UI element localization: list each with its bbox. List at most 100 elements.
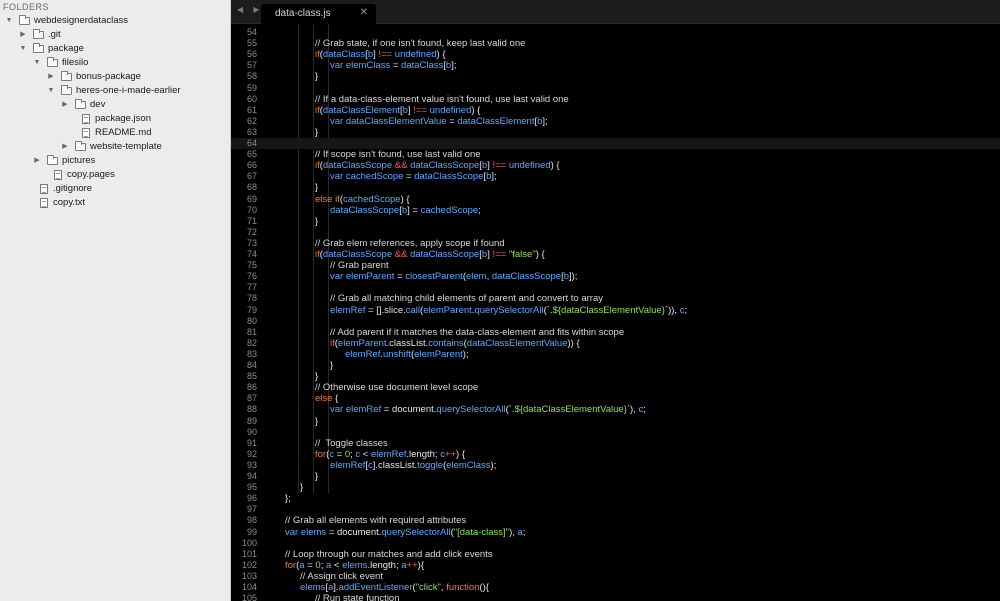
code-line[interactable]: 67 var cachedScope = dataClassScope[b]; [231, 171, 1000, 182]
folder-item[interactable]: ▼ package [0, 42, 230, 56]
folder-item[interactable]: ▶ bonus-package [0, 70, 230, 84]
code-text: elemRef[c].classList.toggle(elemClass); [330, 460, 496, 471]
nav-arrows-icon[interactable]: ◀ ▶ [237, 5, 264, 14]
folder-item[interactable]: ▼ heres-one-i-made-earlier [0, 84, 230, 98]
code-text: var elems = document.querySelectorAll("[… [285, 527, 525, 538]
line-number: 71 [246, 215, 257, 226]
code-line[interactable]: 60 // If a data-class-element value isn't… [231, 94, 1000, 105]
code-line[interactable]: 76 var elemParent = closestParent(elem, d… [231, 271, 1000, 282]
line-number: 81 [246, 326, 257, 337]
code-line[interactable]: 94} [231, 471, 1000, 482]
code-token: elems [300, 526, 327, 538]
code-line[interactable]: 90 [231, 427, 1000, 438]
folder-icon [75, 99, 86, 109]
code-token: querySelectorAll [474, 304, 544, 316]
disclosure-open-icon[interactable]: ▼ [5, 14, 13, 28]
disclosure-open-icon[interactable]: ▼ [33, 56, 41, 70]
disclosure-open-icon[interactable]: ▼ [19, 42, 27, 56]
code-line[interactable]: 86 // Otherwise use document level scope [231, 382, 1000, 393]
file-item[interactable]: copy.pages [0, 168, 230, 182]
code-line[interactable]: 104 elems[a].addEventListener("click", fu… [231, 582, 1000, 593]
disclosure-closed-icon[interactable]: ▶ [61, 140, 69, 154]
folder-item[interactable]: ▶ pictures [0, 154, 230, 168]
code-line[interactable]: 57 var elemClass = dataClass[b]; [231, 60, 1000, 71]
code-line[interactable]: 78 // Grab all matching child elements of… [231, 293, 1000, 304]
code-line[interactable]: 105 // Run state function [231, 593, 1000, 601]
file-item[interactable]: README.md [0, 126, 230, 140]
code-line[interactable]: 81 // Add parent if it matches the data-c… [231, 327, 1000, 338]
disclosure-closed-icon[interactable]: ▶ [19, 28, 27, 42]
code-line[interactable]: 83 elemRef.unshift(elemParent); [231, 349, 1000, 360]
folder-item[interactable]: ▼ webdesignerdataclass [0, 14, 230, 28]
code-line[interactable]: 64 [231, 138, 1000, 149]
code-line[interactable]: 79 elemRef = [].slice.call(elemParent.que… [231, 305, 1000, 316]
code-line[interactable]: 85} [231, 371, 1000, 382]
code-line[interactable]: 59 [231, 83, 1000, 94]
code-token: (){ [479, 582, 489, 593]
disclosure-open-icon[interactable]: ▼ [47, 84, 55, 98]
code-line[interactable]: 72 [231, 227, 1000, 238]
folder-item[interactable]: ▶ website-template [0, 140, 230, 154]
file-item[interactable]: package.json [0, 112, 230, 126]
code-line[interactable]: 89} [231, 416, 1000, 427]
folder-item[interactable]: ▼ filesilo [0, 56, 230, 70]
code-line[interactable]: 62 var dataClassElementValue = dataClassE… [231, 116, 1000, 127]
code-line[interactable]: 69 else if(cachedScope) { [231, 194, 1000, 205]
file-item[interactable]: .gitignore [0, 182, 230, 196]
line-number: 65 [246, 149, 257, 160]
line-number: 101 [241, 548, 257, 559]
disclosure-closed-icon[interactable]: ▶ [33, 154, 41, 168]
code-token: dataClassElement [457, 115, 535, 127]
line-number: 58 [246, 71, 257, 82]
code-line[interactable]: 61 if(dataClassElement[b] !== undefined) … [231, 105, 1000, 116]
code-line[interactable]: 68} [231, 182, 1000, 193]
line-number: 85 [246, 371, 257, 382]
code-line[interactable]: 56 if(dataClass[b] !== undefined) { [231, 49, 1000, 60]
code-line[interactable]: 74 if(dataClassScope && dataClassScope[b]… [231, 249, 1000, 260]
code-line[interactable]: 91 // Toggle classes [231, 438, 1000, 449]
disclosure-closed-icon[interactable]: ▶ [47, 70, 55, 84]
file-item[interactable]: copy.txt [0, 196, 230, 210]
code-line[interactable]: 65 // If scope isn't found, use last vali… [231, 149, 1000, 160]
close-icon[interactable]: ✕ [360, 7, 368, 18]
code-line[interactable]: 75 // Grab parent [231, 260, 1000, 271]
code-line[interactable]: 66 if(dataClassScope && dataClassScope[b]… [231, 160, 1000, 171]
code-line[interactable]: 84} [231, 360, 1000, 371]
line-number: 63 [246, 126, 257, 137]
code-line[interactable]: 87 else { [231, 393, 1000, 404]
code-line[interactable]: 80 [231, 316, 1000, 327]
code-line[interactable]: 88 var elemRef = document.querySelectorAl… [231, 404, 1000, 415]
disclosure-closed-icon[interactable]: ▶ [61, 98, 69, 112]
tree-item-label: package.json [95, 113, 151, 124]
code-line[interactable]: 82 if(elemParent.classList.contains(dataC… [231, 338, 1000, 349]
code-line[interactable]: 99 var elems = document.querySelectorAll(… [231, 527, 1000, 538]
code-line[interactable]: 101 // Loop through our matches and add c… [231, 549, 1000, 560]
line-number: 76 [246, 271, 257, 282]
code-line[interactable]: 55 // Grab state, if one isn't found, kee… [231, 38, 1000, 49]
folder-item[interactable]: ▶ dev [0, 98, 230, 112]
code-text: // Grab parent [330, 260, 389, 271]
code-line[interactable]: 102 for(a = 0; a < elems.length; a++){ [231, 560, 1000, 571]
code-line[interactable]: 97 [231, 504, 1000, 515]
code-token: call [405, 304, 421, 316]
code-line[interactable]: 93 elemRef[c].classList.toggle(elemClass)… [231, 460, 1000, 471]
code-token: // If a data-class-element value isn't f… [315, 93, 569, 105]
code-line[interactable]: 54 [231, 27, 1000, 38]
tree-item-label: filesilo [62, 57, 89, 68]
code-line[interactable]: 70 dataClassScope[b] = cachedScope; [231, 205, 1000, 216]
code-line[interactable]: 73 // Grab elem references, apply scope i… [231, 238, 1000, 249]
code-line[interactable]: 98 // Grab all elements with required att… [231, 515, 1000, 526]
code-area[interactable]: 54 55 // Grab state, if one isn't found, k… [231, 24, 1000, 601]
folder-item[interactable]: ▶ .git [0, 28, 230, 42]
code-line[interactable]: 103 // Assign click event [231, 571, 1000, 582]
code-line[interactable]: 92 for(c = 0; c < elemRef.length; c++) { [231, 449, 1000, 460]
code-line[interactable]: 58} [231, 71, 1000, 82]
code-line[interactable]: 96}; [231, 493, 1000, 504]
code-token: cachedScope [343, 193, 401, 205]
code-line[interactable]: 100 [231, 538, 1000, 549]
code-line[interactable]: 63} [231, 127, 1000, 138]
code-line[interactable]: 77 [231, 282, 1000, 293]
tab-data-class-js[interactable]: data-class.js ✕ [261, 4, 376, 24]
code-line[interactable]: 95} [231, 482, 1000, 493]
code-line[interactable]: 71} [231, 216, 1000, 227]
